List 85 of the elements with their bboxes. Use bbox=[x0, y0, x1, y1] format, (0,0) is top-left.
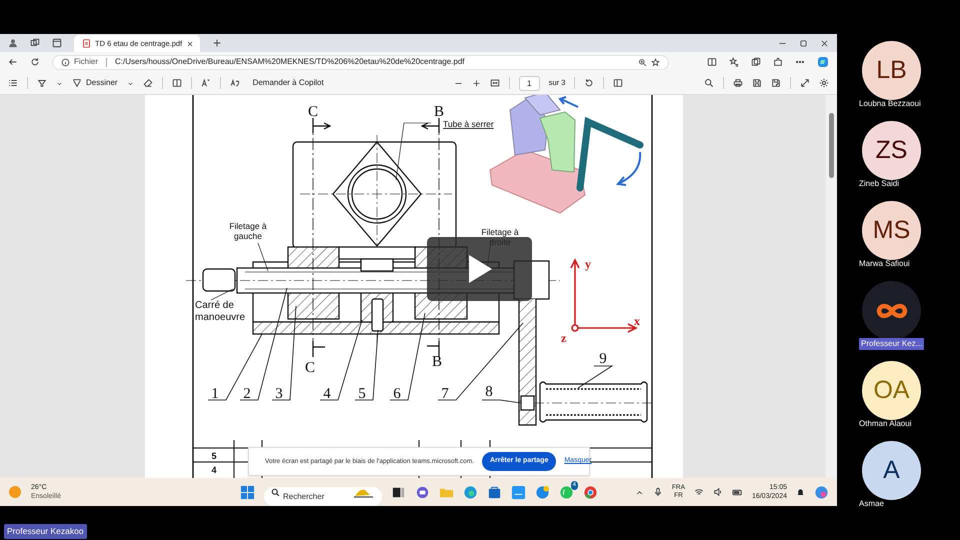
participant-name: Asmae bbox=[859, 498, 884, 510]
copilot-button[interactable]: Demander à Copilot bbox=[252, 77, 324, 89]
participant-avatar: MS bbox=[862, 201, 921, 260]
callout-label: Filetage à gauche bbox=[229, 221, 267, 242]
part-number: 1 bbox=[211, 386, 219, 402]
fit-page-icon[interactable] bbox=[490, 78, 500, 88]
refresh-icon[interactable] bbox=[30, 57, 40, 67]
info-icon bbox=[61, 58, 70, 66]
read-aloud-icon[interactable] bbox=[200, 78, 211, 88]
sun-icon bbox=[8, 485, 22, 499]
zoom-in-icon[interactable] bbox=[472, 78, 481, 88]
view-icon[interactable] bbox=[172, 78, 182, 88]
save-as-icon[interactable] bbox=[771, 78, 781, 88]
part-number: 7 bbox=[441, 386, 449, 402]
draw-button[interactable]: Dessiner bbox=[72, 77, 118, 89]
part-number: 4 bbox=[323, 386, 331, 402]
callout-label: Carré de manoeuvre bbox=[195, 300, 246, 323]
windows-start-icon[interactable] bbox=[240, 484, 255, 500]
participant-name: Zineb Saidi bbox=[859, 178, 900, 190]
table-cell: 4 bbox=[212, 465, 216, 475]
axis-label: z bbox=[561, 331, 566, 345]
restore-icon[interactable] bbox=[799, 38, 808, 48]
close-icon[interactable] bbox=[820, 38, 829, 48]
taskbar-search-field[interactable]: Rechercher bbox=[264, 486, 382, 506]
part-number: 5 bbox=[358, 386, 366, 402]
settings-icon[interactable] bbox=[819, 78, 829, 88]
participant-name: Loubna Bezzaoui bbox=[859, 98, 921, 110]
section-label: B bbox=[432, 354, 442, 370]
eraser-icon[interactable] bbox=[142, 78, 153, 88]
address-label: Fichier bbox=[74, 56, 98, 68]
split-screen-icon[interactable] bbox=[707, 57, 717, 67]
collections-icon[interactable] bbox=[751, 57, 761, 67]
table-cell: 5 bbox=[212, 451, 216, 461]
search-icon[interactable] bbox=[704, 78, 714, 88]
volume-icon[interactable] bbox=[712, 487, 723, 497]
print-icon[interactable] bbox=[733, 78, 743, 88]
contents-icon[interactable] bbox=[8, 78, 18, 88]
zoom-icon[interactable] bbox=[638, 58, 647, 66]
expand-icon[interactable] bbox=[800, 78, 810, 88]
section-label: B bbox=[434, 104, 444, 120]
section-label: C bbox=[305, 360, 315, 376]
rotate-icon[interactable] bbox=[584, 78, 594, 88]
axis-label: y bbox=[585, 257, 591, 271]
microphone-icon[interactable] bbox=[652, 487, 663, 497]
participant-name: Marwa Safioui bbox=[859, 258, 910, 270]
address-bar[interactable]: Fichier C:/Users/houss/OneDrive/Bureau/ENSAM%20MEKNES/TD%206%20etau%20de%20centrage.pdf bbox=[52, 54, 669, 70]
participant-avatar: ZS bbox=[862, 121, 921, 180]
workspaces-icon[interactable] bbox=[30, 38, 40, 48]
part-number: 6 bbox=[393, 386, 401, 402]
infinity-logo-icon bbox=[874, 302, 908, 320]
part-number: 2 bbox=[243, 386, 251, 402]
tab-actions-icon[interactable] bbox=[52, 38, 62, 48]
profile-icon[interactable] bbox=[8, 38, 18, 48]
save-icon[interactable] bbox=[752, 78, 762, 88]
translate-icon[interactable] bbox=[230, 78, 240, 88]
callout-label: Tube à serrer bbox=[443, 119, 494, 129]
page-view-icon[interactable] bbox=[613, 78, 624, 88]
part-number: 9 bbox=[599, 351, 607, 367]
extension-icon[interactable] bbox=[773, 57, 783, 67]
participant-avatar: LB bbox=[862, 41, 921, 100]
close-icon[interactable] bbox=[186, 40, 194, 48]
participant-name: Othman Alaoui bbox=[859, 418, 912, 430]
participant-name: Professeur Kez... bbox=[859, 338, 924, 350]
store-icon[interactable] bbox=[487, 484, 502, 500]
back-arrow-icon[interactable] bbox=[8, 57, 18, 67]
bell-icon[interactable] bbox=[796, 487, 805, 497]
wifi-icon[interactable] bbox=[694, 487, 704, 497]
video-play-button[interactable] bbox=[427, 237, 532, 301]
chat-icon[interactable] bbox=[415, 484, 430, 500]
new-tab-icon[interactable] bbox=[212, 38, 222, 48]
participant-avatar: OA bbox=[862, 361, 921, 420]
participant-avatar: A bbox=[862, 441, 921, 500]
part-number: 8 bbox=[485, 384, 493, 400]
page-number-field[interactable]: 1 bbox=[518, 76, 540, 90]
scrollbar[interactable] bbox=[826, 95, 837, 478]
presenter-name-tag: Professeur Kezakoo bbox=[4, 524, 87, 539]
search-icon bbox=[271, 488, 280, 496]
section-label: C bbox=[308, 104, 318, 120]
part-number: 3 bbox=[275, 386, 283, 402]
favorite-star-icon[interactable] bbox=[651, 58, 660, 66]
url-text: C:/Users/houss/OneDrive/Bureau/ENSAM%20MEKNES/TD%206%20etau%20de%20centrage.pdf bbox=[115, 56, 466, 68]
pdf-file-icon bbox=[82, 39, 91, 48]
battery-icon[interactable] bbox=[732, 486, 743, 498]
app-tile-icon[interactable] bbox=[511, 484, 526, 500]
axis-label: x bbox=[634, 314, 640, 328]
